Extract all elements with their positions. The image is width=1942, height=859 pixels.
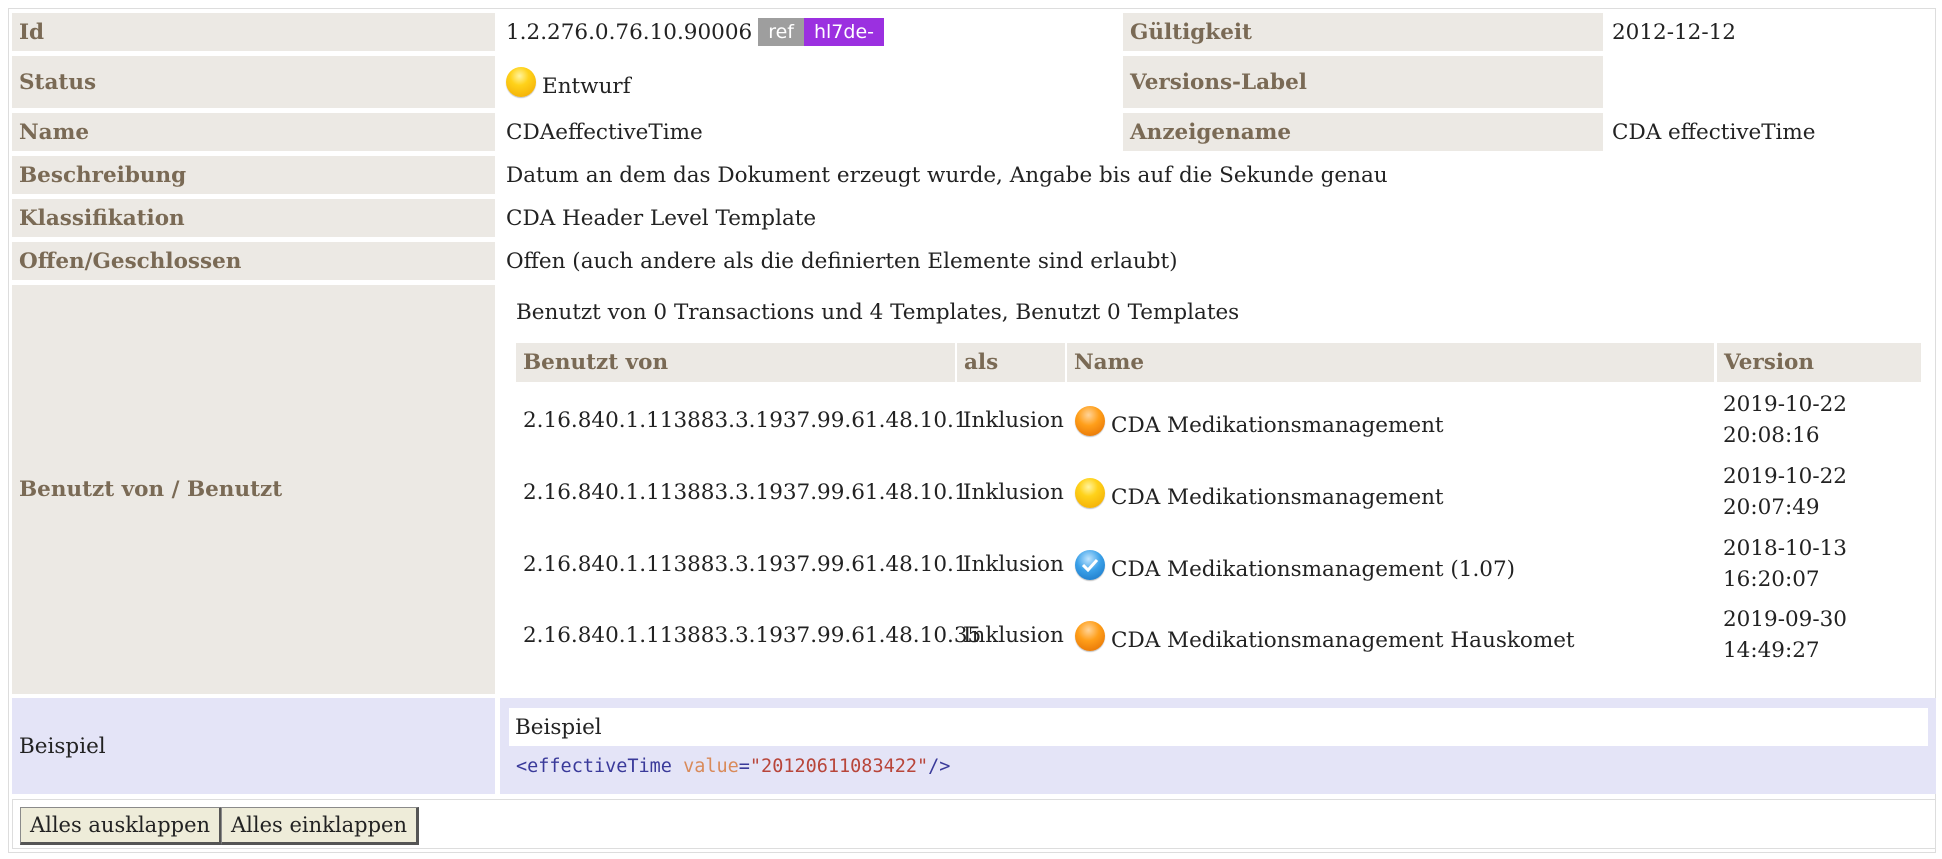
col-name-header: Name [1067,343,1714,382]
used-by-name-cell[interactable]: CDA Medikationsmanagement (1.07) [1075,550,1516,586]
used-by-name-cell[interactable]: CDA Medikationsmanagement [1075,406,1444,442]
example-code: <effectiveTime value="20120611083422"/> [516,756,950,777]
id-label: Id [12,13,495,51]
status-active-check-icon [1075,550,1105,580]
col-as-header: als [957,343,1065,382]
version-time: 20:08:16 [1723,423,1820,448]
used-by-version: 2018-10-13 16:20:07 [1723,533,1847,595]
used-by-as: Inklusion [963,407,1064,433]
collapse-all-button[interactable]: Alles einklappen [221,807,419,845]
used-by-version: 2019-10-22 20:08:16 [1723,389,1847,451]
code-attr: value [683,756,739,777]
used-by-name: CDA Medikationsmanagement Hauskomet [1111,627,1575,653]
code-string: "20120611083422" [749,756,929,777]
used-by-name: CDA Medikationsmanagement (1.07) [1111,556,1516,582]
used-by-name-cell[interactable]: CDA Medikationsmanagement Hauskomet [1075,621,1575,657]
used-by-oid[interactable]: 2.16.840.1.113883.3.1937.99.61.48.10.1 [523,403,968,437]
classification-label: Klassifikation [12,199,495,237]
button-bar: Alles ausklappen Alles einklappen [12,799,1936,849]
used-by-name: CDA Medikationsmanagement [1111,484,1444,510]
code-eq: = [738,756,750,777]
name-label: Name [12,113,495,151]
status-pending-icon [1075,621,1105,651]
status-value-cell: Entwurf [506,56,631,108]
used-by-name-cell[interactable]: CDA Medikationsmanagement [1075,478,1444,514]
display-name-value: CDA effectiveTime [1612,119,1816,145]
version-date: 2018-10-13 [1723,536,1847,561]
version-label-label: Versions-Label [1123,56,1603,108]
col-used-by-header: Benutzt von [516,343,955,382]
example-label: Beispiel [12,698,495,794]
status-draft-icon [506,67,536,97]
used-by-oid[interactable]: 2.16.840.1.113883.3.1937.99.61.48.10.1 [523,547,968,581]
display-name-label: Anzeigename [1123,113,1603,151]
ref-badge[interactable]: ref [758,18,804,46]
col-version-header: Version [1717,343,1921,382]
used-by-name: CDA Medikationsmanagement [1111,412,1444,438]
id-value-cell: 1.2.276.0.76.10.90006 ref hl7de- [506,13,884,51]
used-by-oid[interactable]: 2.16.840.1.113883.3.1937.99.61.48.10.35 [523,618,981,652]
expand-all-button[interactable]: Alles ausklappen [20,807,222,845]
used-by-version: 2019-10-22 20:07:49 [1723,461,1847,523]
used-by-oid[interactable]: 2.16.840.1.113883.3.1937.99.61.48.10.1 [523,475,968,509]
version-time: 16:20:07 [1723,567,1820,592]
validity-label: Gültigkeit [1123,13,1603,51]
status-value: Entwurf [542,73,631,99]
status-label: Status [12,56,495,108]
open-closed-value: Offen (auch andere als die definierten E… [506,248,1178,274]
version-date: 2019-09-30 [1723,607,1847,632]
prefix-badge[interactable]: hl7de- [803,18,884,46]
used-by-as: Inklusion [963,622,1064,648]
code-tag-open: <effectiveTime [516,756,684,777]
open-closed-label: Offen/Geschlossen [12,242,495,280]
used-by-summary: Benutzt von 0 Transactions und 4 Templat… [516,299,1240,325]
classification-value: CDA Header Level Template [506,205,817,231]
id-value: 1.2.276.0.76.10.90006 [506,19,753,45]
description-value: Datum an dem das Dokument erzeugt wurde,… [506,162,1388,188]
status-pending-icon [1075,406,1105,436]
version-time: 14:49:27 [1723,638,1820,663]
validity-value: 2012-12-12 [1612,19,1736,45]
example-title: Beispiel [509,708,1928,746]
used-by-as: Inklusion [963,479,1064,505]
version-date: 2019-10-22 [1723,392,1847,417]
description-label: Beschreibung [12,156,495,194]
version-date: 2019-10-22 [1723,464,1847,489]
used-by-version: 2019-09-30 14:49:27 [1723,604,1847,666]
name-value: CDAeffectiveTime [506,119,703,145]
used-by-as: Inklusion [963,551,1064,577]
status-draft-icon [1075,478,1105,508]
code-tag-close: /> [928,756,951,777]
used-by-label: Benutzt von / Benutzt [12,285,495,694]
version-time: 20:07:49 [1723,495,1820,520]
